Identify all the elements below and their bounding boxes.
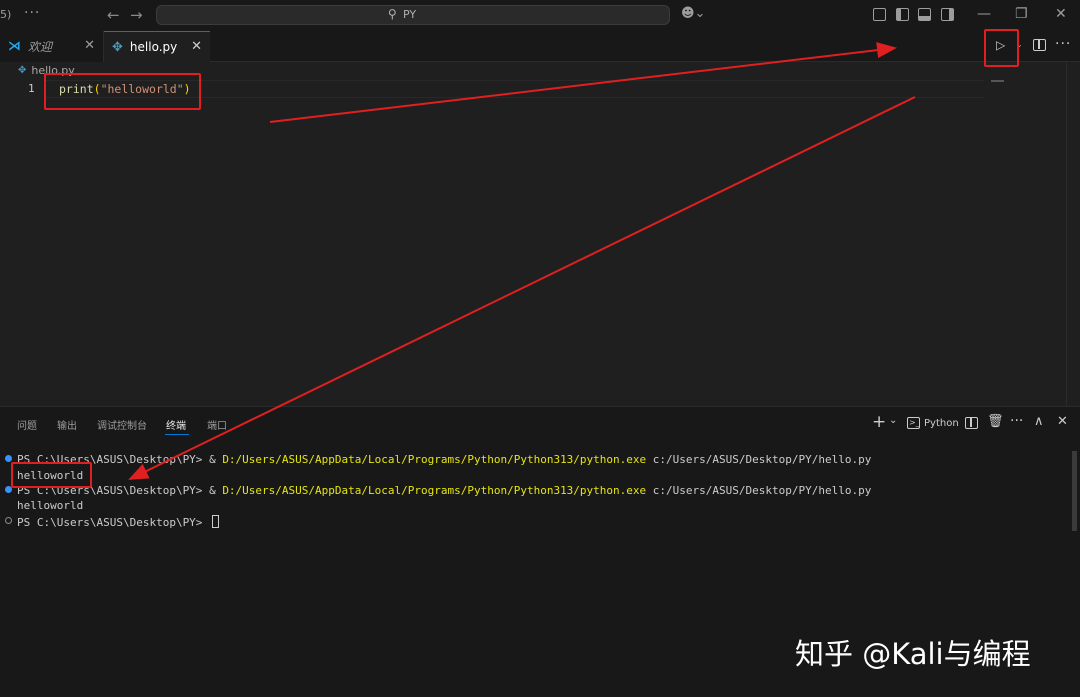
tab-welcome-label: 欢迎	[28, 40, 53, 54]
minimap[interactable]	[991, 80, 1004, 82]
editor-more-actions-button[interactable]: ···	[1055, 36, 1071, 52]
title-left-glyph: 5)	[0, 8, 12, 21]
terminal-dropdown-icon[interactable]: ⌄	[889, 415, 897, 426]
tab-output[interactable]: 输出	[57, 417, 77, 432]
annotation-box-run	[984, 29, 1019, 67]
terminal-amp: &	[209, 453, 223, 466]
toggle-panel-icon[interactable]	[918, 8, 931, 21]
terminal-arg: c:/Users/ASUS/Desktop/PY/hello.py	[646, 453, 872, 466]
panel-more-button[interactable]: ···	[1010, 413, 1023, 429]
tab-hello-py-label: hello.py	[129, 40, 178, 54]
editor-tab-bar: ⋊ 欢迎 ✕ ✥ hello.py ✕	[0, 31, 1080, 62]
active-tab-indicator	[165, 434, 189, 435]
vscode-logo-icon: ⋊	[8, 39, 21, 54]
tab-debug-console[interactable]: 调试控制台	[97, 417, 147, 432]
tab-welcome-close-icon[interactable]: ✕	[84, 38, 95, 53]
trash-icon[interactable]: 🗑	[987, 414, 1004, 429]
split-editor-icon[interactable]	[1033, 39, 1046, 51]
toggle-secondary-sidebar-icon[interactable]	[941, 8, 954, 21]
terminal-scrollbar[interactable]	[1072, 451, 1077, 531]
close-panel-icon[interactable]: ✕	[1057, 414, 1068, 429]
code-editor[interactable]: 1 print("helloworld")	[0, 80, 1080, 406]
split-terminal-icon[interactable]	[965, 417, 978, 429]
terminal-prompt: PS C:\Users\ASUS\Desktop\PY>	[17, 516, 210, 529]
terminal-line: PS C:\Users\ASUS\Desktop\PY> & D:/Users/…	[17, 484, 871, 497]
tab-problems[interactable]: 问题	[17, 417, 37, 432]
terminal-glyph-icon: >_	[907, 417, 920, 429]
command-center-text: PY	[403, 8, 417, 21]
python-file-icon: ✥	[18, 65, 27, 76]
tab-hello-py-close-icon[interactable]: ✕	[191, 39, 202, 54]
window-close-button[interactable]: ✕	[1055, 6, 1067, 22]
forward-arrow-icon[interactable]: →	[130, 6, 143, 24]
terminal-exe: D:/Users/ASUS/AppData/Local/Programs/Pyt…	[222, 453, 647, 466]
back-arrow-icon[interactable]: ←	[107, 6, 120, 24]
command-pending-icon	[5, 517, 12, 524]
copilot-icon[interactable]: ☻⌄	[681, 6, 705, 21]
toggle-primary-sidebar-icon[interactable]	[896, 8, 909, 21]
minimize-button[interactable]: —	[977, 6, 991, 22]
terminal-output-line: helloworld	[17, 499, 84, 512]
tab-hello-py[interactable]: ✥ hello.py ✕	[104, 31, 210, 62]
terminal-cursor	[212, 515, 220, 528]
tab-ports[interactable]: 端口	[207, 417, 227, 432]
terminal-name[interactable]: Python	[924, 418, 959, 429]
tab-terminal[interactable]: 终端	[166, 417, 186, 432]
title-bar: 5) ··· ← → ⚲ PY ☻⌄ — ❐ ✕	[0, 0, 1080, 31]
terminal-line: PS C:\Users\ASUS\Desktop\PY> & D:/Users/…	[17, 453, 871, 466]
customize-layout-icon[interactable]	[873, 8, 886, 21]
terminal-exe: D:/Users/ASUS/AppData/Local/Programs/Pyt…	[222, 484, 647, 497]
new-terminal-icon[interactable]: +	[872, 412, 886, 432]
terminal-amp: &	[209, 484, 223, 497]
watermark: 知乎 @Kali与编程	[795, 637, 1031, 671]
search-icon: ⚲	[388, 7, 397, 21]
annotation-box-code	[44, 73, 201, 110]
command-success-icon	[5, 455, 12, 462]
annotation-box-output	[11, 462, 92, 488]
terminal-arg: c:/Users/ASUS/Desktop/PY/hello.py	[646, 484, 872, 497]
editor-scrollbar[interactable]	[1066, 62, 1080, 408]
command-center-search[interactable]: ⚲ PY	[156, 5, 670, 25]
restore-button[interactable]: ❐	[1015, 6, 1028, 22]
menu-more-button[interactable]: ···	[24, 5, 40, 21]
maximize-panel-icon[interactable]: ∧	[1034, 414, 1044, 429]
python-file-icon: ✥	[112, 39, 123, 55]
terminal-line: PS C:\Users\ASUS\Desktop\PY>	[17, 515, 220, 529]
line-number: 1	[28, 82, 35, 95]
tab-welcome[interactable]: ⋊ 欢迎 ✕	[0, 31, 104, 62]
